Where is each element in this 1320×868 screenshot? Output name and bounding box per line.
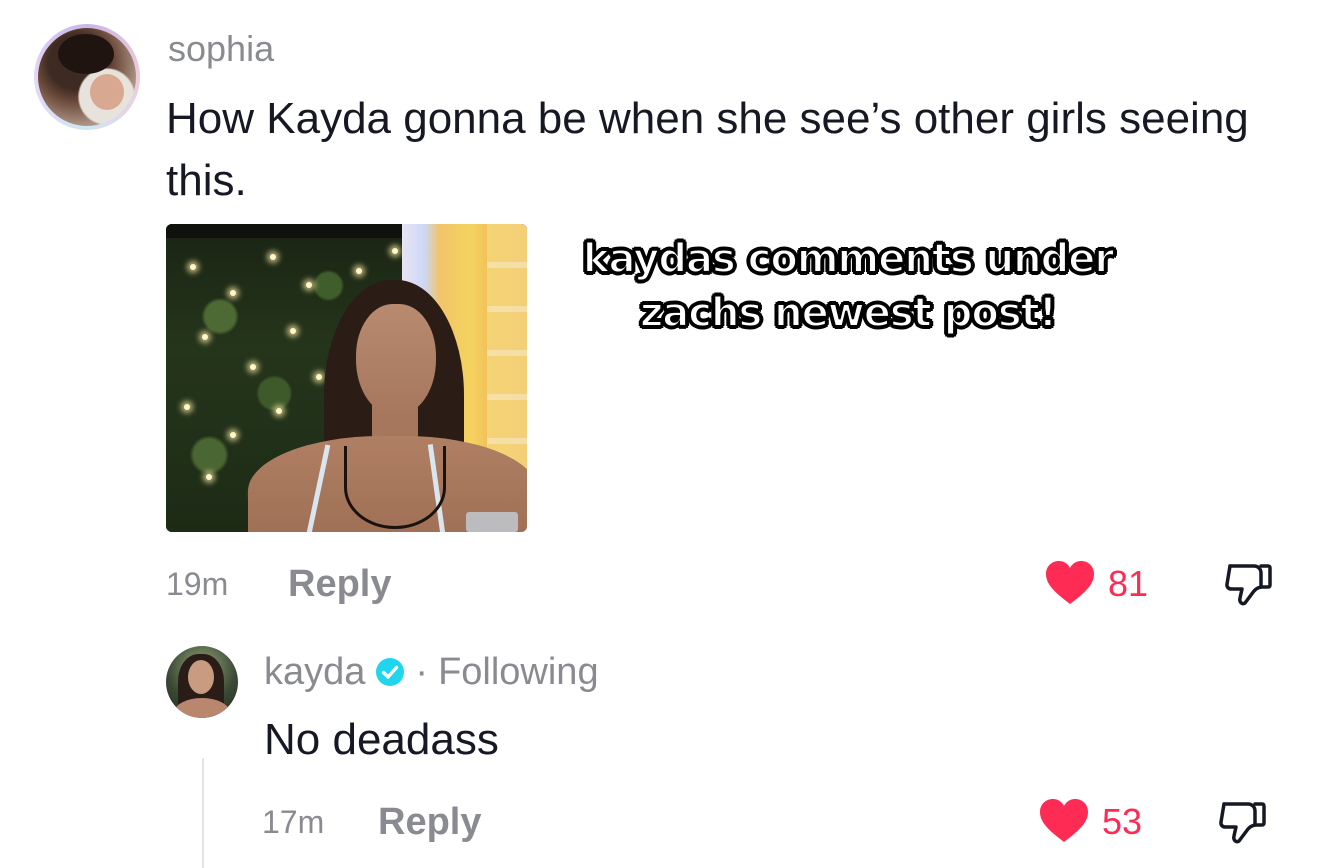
reply-username[interactable]: kayda (264, 651, 365, 694)
reply-user-row: kayda · Following (264, 648, 599, 696)
reply-avatar[interactable] (166, 646, 238, 718)
comment-timestamp: 19m (166, 566, 229, 602)
comment-attached-image[interactable] (166, 224, 527, 532)
thumbs-down-icon[interactable] (1218, 798, 1266, 846)
verified-badge-icon (376, 658, 405, 686)
overlay-caption-line: zachs newest post! (639, 289, 1058, 337)
comment-text: How Kayda gonna be when she see’s other … (166, 94, 1249, 205)
thumbs-down-icon[interactable] (1224, 560, 1272, 608)
thread-line (202, 758, 204, 868)
avatar-ring[interactable] (34, 24, 140, 130)
following-label[interactable]: Following (438, 651, 599, 694)
reply-timestamp: 17m (262, 804, 325, 840)
heart-icon[interactable] (1038, 798, 1090, 844)
overlay-caption: kaydas comments under zachs newest post! (548, 232, 1148, 340)
reply-button[interactable]: Reply (288, 562, 391, 606)
separator-dot: · (415, 650, 429, 693)
comment-thread: sophia How Kayda gonna be when she see’s… (0, 0, 1320, 868)
like-count: 81 (1108, 563, 1149, 604)
avatar[interactable] (38, 28, 136, 126)
heart-icon[interactable] (1044, 560, 1096, 606)
comment-username[interactable]: sophia (168, 26, 274, 72)
reply-text: No deadass (264, 715, 499, 764)
like-count: 53 (1102, 801, 1143, 842)
reply-button[interactable]: Reply (378, 800, 481, 844)
overlay-caption-line: kaydas comments under (582, 235, 1115, 283)
